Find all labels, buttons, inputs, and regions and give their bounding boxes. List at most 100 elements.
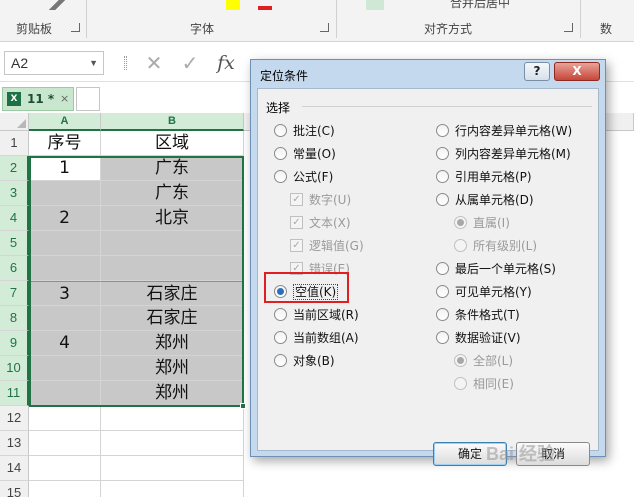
cell-b8[interactable]: 石家庄 xyxy=(101,306,244,331)
cell-a13[interactable] xyxy=(29,431,101,456)
cell-b11[interactable]: 郑州 xyxy=(101,381,244,406)
cell-b1[interactable]: 区域 xyxy=(101,131,244,156)
font-color-red-button[interactable] xyxy=(258,0,272,10)
cell-b6[interactable] xyxy=(101,256,244,281)
radio-icon xyxy=(274,331,287,344)
row-header[interactable]: 9 xyxy=(0,331,29,356)
row-header[interactable]: 13 xyxy=(0,431,29,456)
close-icon[interactable]: × xyxy=(60,92,69,105)
cell-a1[interactable]: 序号 xyxy=(29,131,101,156)
cell-b5[interactable] xyxy=(101,231,244,256)
cell-a10[interactable] xyxy=(29,356,101,381)
row-header[interactable]: 5 xyxy=(0,231,29,256)
ribbon-partial-button[interactable]: 合并后居中 xyxy=(450,0,510,11)
cell-a9[interactable]: 4 xyxy=(29,331,101,356)
cell-b7[interactable]: 石家庄 xyxy=(101,281,244,306)
dialog-body: 选择 批注(C) 常量(O) 公式(F) ✓ 数字(U) ✓ 文本(X) ✓ 逻辑值(… xyxy=(257,88,599,466)
chevron-down-icon[interactable]: ▼ xyxy=(89,58,98,68)
font-group-label: 字体 xyxy=(190,22,215,36)
radio-icon xyxy=(436,147,449,160)
help-button[interactable]: ? xyxy=(524,62,550,81)
row-header[interactable]: 7 xyxy=(0,281,29,306)
cell-b13[interactable] xyxy=(101,431,244,456)
workbook-tab[interactable]: X 11 * × xyxy=(2,87,74,111)
option-data-validation[interactable]: 数据验证(V) xyxy=(436,330,521,348)
option-objects[interactable]: 对象(B) xyxy=(274,353,335,371)
cancel-icon[interactable]: ✕ xyxy=(142,51,166,75)
cell-a5[interactable] xyxy=(29,231,101,256)
option-precedents[interactable]: 引用单元格(P) xyxy=(436,169,532,187)
option-formulas[interactable]: 公式(F) xyxy=(274,169,333,187)
new-workbook-button[interactable] xyxy=(76,87,100,111)
option-constants[interactable]: 常量(O) xyxy=(274,146,336,164)
option-same[interactable]: 相同(E) xyxy=(454,376,514,394)
option-row-differences[interactable]: 行内容差异单元格(W) xyxy=(436,123,572,141)
row-header[interactable]: 6 xyxy=(0,256,29,281)
option-all-levels[interactable]: 所有级别(L) xyxy=(454,238,537,256)
radio-selected-icon xyxy=(454,216,467,229)
option-comments[interactable]: 批注(C) xyxy=(274,123,335,141)
insert-function-icon[interactable]: fx xyxy=(214,51,238,75)
column-header-b[interactable]: B xyxy=(101,113,244,131)
cell-b9[interactable]: 郑州 xyxy=(101,331,244,356)
row-header[interactable]: 3 xyxy=(0,181,29,206)
cell-a7[interactable]: 3 xyxy=(29,281,101,306)
option-logicals[interactable]: ✓ 逻辑值(G) xyxy=(290,238,364,256)
row-header[interactable]: 15 xyxy=(0,481,29,497)
cell-a6[interactable] xyxy=(29,256,101,281)
row-header[interactable]: 11 xyxy=(0,381,29,406)
name-box[interactable]: A2 ▼ xyxy=(4,51,104,75)
paste-brush-icon[interactable] xyxy=(46,0,68,10)
option-all[interactable]: 全部(L) xyxy=(454,353,513,371)
row-header[interactable]: 4 xyxy=(0,206,29,231)
row-header[interactable]: 2 xyxy=(0,156,29,181)
option-current-region[interactable]: 当前区域(R) xyxy=(274,307,359,325)
cell-a4[interactable]: 2 xyxy=(29,206,101,231)
cell-a14[interactable] xyxy=(29,456,101,481)
select-all-corner[interactable] xyxy=(0,113,29,131)
annotation-highlight xyxy=(264,272,349,303)
ribbon: 合并后居中 剪贴板 字体 对齐方式 数 xyxy=(0,0,634,42)
column-header-a[interactable]: A xyxy=(29,113,101,131)
option-last-cell[interactable]: 最后一个单元格(S) xyxy=(436,261,556,279)
option-column-differences[interactable]: 列内容差异单元格(M) xyxy=(436,146,571,164)
cell-a3[interactable] xyxy=(29,181,101,206)
cell-a12[interactable] xyxy=(29,406,101,431)
alignment-launcher-icon[interactable] xyxy=(564,23,573,32)
option-current-array[interactable]: 当前数组(A) xyxy=(274,330,359,348)
radio-icon xyxy=(436,170,449,183)
option-dependents[interactable]: 从属单元格(D) xyxy=(436,192,534,210)
cell-b3[interactable]: 广东 xyxy=(101,181,244,206)
option-visible-cells[interactable]: 可见单元格(Y) xyxy=(436,284,532,302)
dialog-title: 定位条件 xyxy=(260,69,309,83)
option-label: 文本(X) xyxy=(309,216,351,230)
font-color-button[interactable] xyxy=(226,0,240,10)
option-numbers[interactable]: ✓ 数字(U) xyxy=(290,192,351,210)
splitter-handle[interactable] xyxy=(124,56,127,70)
font-launcher-icon[interactable] xyxy=(320,23,329,32)
row-header[interactable]: 12 xyxy=(0,406,29,431)
cell-a2[interactable]: 1 xyxy=(29,156,101,181)
enter-icon[interactable]: ✓ xyxy=(178,51,202,75)
cell-b4[interactable]: 北京 xyxy=(101,206,244,231)
cell-b14[interactable] xyxy=(101,456,244,481)
close-button[interactable]: X xyxy=(554,62,600,81)
cell-b2[interactable]: 广东 xyxy=(101,156,244,181)
cell-a11[interactable] xyxy=(29,381,101,406)
row-header[interactable]: 8 xyxy=(0,306,29,331)
row-header[interactable]: 14 xyxy=(0,456,29,481)
clipboard-launcher-icon[interactable] xyxy=(71,23,80,32)
cell-b10[interactable]: 郑州 xyxy=(101,356,244,381)
row-header[interactable]: 1 xyxy=(0,131,29,156)
cell-a15[interactable] xyxy=(29,481,101,497)
align-center-button[interactable] xyxy=(366,0,384,10)
cell-b15[interactable] xyxy=(101,481,244,497)
cell-a8[interactable] xyxy=(29,306,101,331)
row-header[interactable]: 10 xyxy=(0,356,29,381)
fill-handle[interactable] xyxy=(240,403,246,409)
option-conditional-formats[interactable]: 条件格式(T) xyxy=(436,307,520,325)
option-text[interactable]: ✓ 文本(X) xyxy=(290,215,351,233)
cell-b12[interactable] xyxy=(101,406,244,431)
option-direct-only[interactable]: 直属(I) xyxy=(454,215,510,233)
option-label: 批注(C) xyxy=(293,124,335,138)
